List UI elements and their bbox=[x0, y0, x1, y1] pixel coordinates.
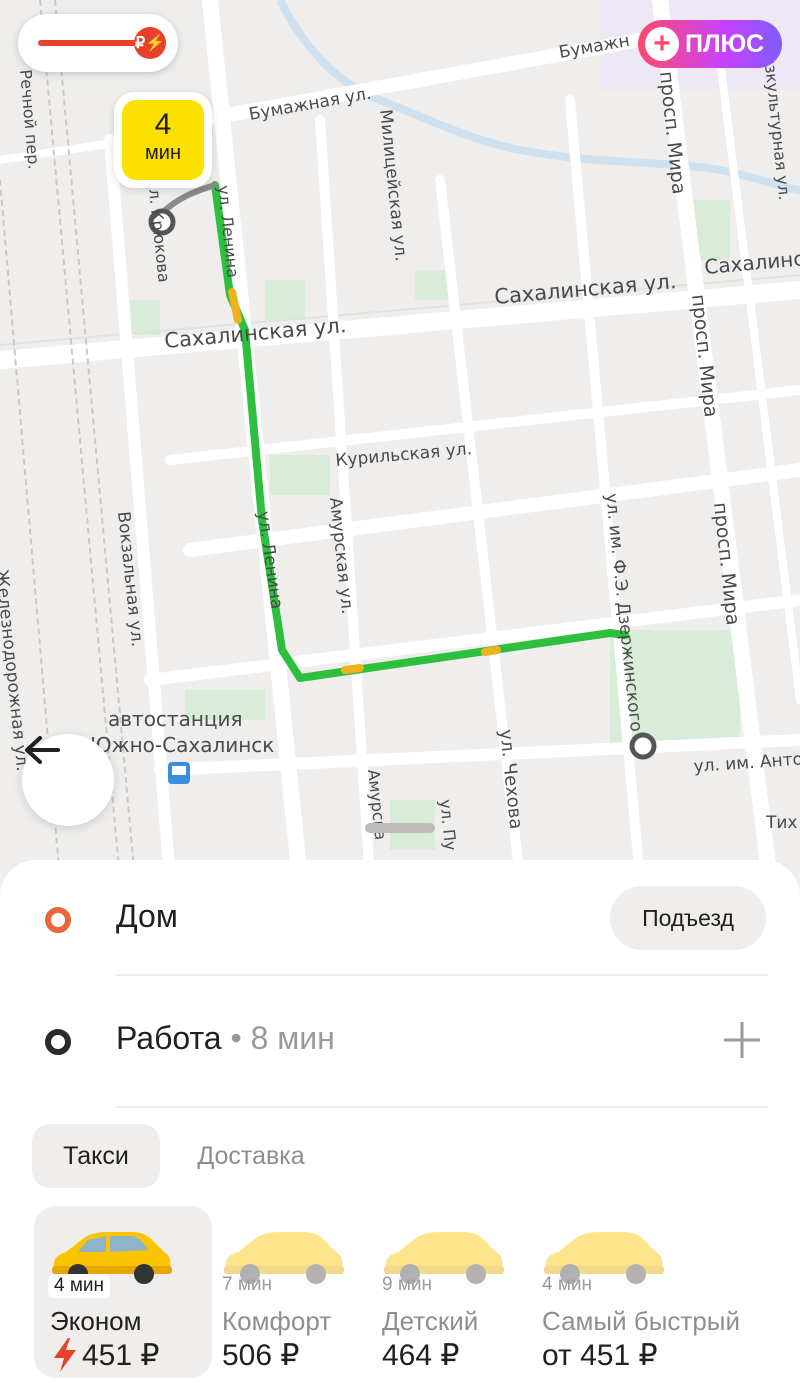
tariff-name: Детский bbox=[382, 1306, 479, 1336]
trip-duration: • 8 мин bbox=[221, 1020, 335, 1056]
sheet-grabber[interactable] bbox=[365, 823, 435, 833]
origin-address: Дом bbox=[116, 898, 178, 934]
tariff-price: 506 ₽ bbox=[222, 1339, 300, 1372]
route-to-row[interactable]: Работа • 8 мин bbox=[0, 982, 800, 1092]
divider bbox=[116, 1106, 768, 1108]
tab-taxi[interactable]: Такси bbox=[32, 1124, 160, 1188]
tariff-card-kids[interactable]: 9 мин Детский 464 ₽ bbox=[378, 1206, 528, 1378]
tariff-name: Самый быстрый bbox=[542, 1306, 740, 1336]
tariff-name: Комфорт bbox=[222, 1306, 332, 1336]
destination-label: Работа bbox=[116, 1020, 222, 1056]
bus-station-label: Южно-Сахалинск bbox=[90, 733, 274, 757]
tariff-card-fastest[interactable]: 4 мин Самый быстрый от 451 ₽ bbox=[538, 1206, 768, 1378]
tariff-price: 464 ₽ bbox=[382, 1339, 460, 1372]
route-from-row[interactable]: Дом Подъезд bbox=[0, 860, 800, 970]
origin-dot-icon bbox=[45, 907, 71, 933]
tariff-eta: 4 мин bbox=[542, 1274, 593, 1295]
arrow-left-icon bbox=[25, 736, 60, 764]
tariff-price: от 451 ₽ bbox=[542, 1339, 658, 1372]
tariff-eta: 9 мин bbox=[382, 1274, 433, 1295]
entrance-button[interactable]: Подъезд bbox=[610, 886, 766, 950]
surge-lightning-icon bbox=[54, 1338, 76, 1372]
add-stop-icon[interactable] bbox=[720, 1018, 764, 1062]
surge-icon: ₽⚡ bbox=[134, 27, 166, 59]
plus-label: ПЛЮС bbox=[685, 29, 765, 58]
tariff-card-econom[interactable]: 4 мин Эконом 451 ₽ bbox=[34, 1206, 212, 1378]
tariff-card-comfort[interactable]: 7 мин Комфорт 506 ₽ bbox=[218, 1206, 368, 1378]
tariff-eta: 7 мин bbox=[222, 1274, 273, 1295]
tab-delivery[interactable]: Доставка bbox=[172, 1124, 330, 1188]
destination-dot-icon bbox=[45, 1029, 71, 1055]
divider bbox=[116, 974, 768, 976]
tariff-name: Эконом bbox=[50, 1306, 142, 1336]
end-pin-icon bbox=[629, 732, 657, 760]
map-view[interactable]: Бумажная ул. Бумажн Речной пер. Милицейс… bbox=[0, 0, 800, 880]
plus-logo-icon: + bbox=[645, 27, 679, 61]
tariff-eta: 4 мин bbox=[48, 1274, 111, 1298]
destination-address: Работа • 8 мин bbox=[116, 1020, 335, 1057]
plus-subscription-button[interactable]: + ПЛЮС bbox=[638, 20, 782, 68]
bus-station-label: автостанция bbox=[108, 707, 243, 731]
pickup-eta-value: 4 bbox=[154, 108, 172, 141]
surge-bar bbox=[38, 40, 142, 46]
surge-indicator[interactable]: ₽⚡ bbox=[18, 14, 178, 72]
street-label: Тих bbox=[765, 813, 798, 833]
pickup-eta-unit: мин bbox=[145, 142, 181, 164]
pickup-eta-bubble: 4 мин bbox=[114, 92, 212, 188]
back-button[interactable] bbox=[22, 734, 114, 826]
tariff-price: 451 ₽ bbox=[82, 1339, 160, 1372]
